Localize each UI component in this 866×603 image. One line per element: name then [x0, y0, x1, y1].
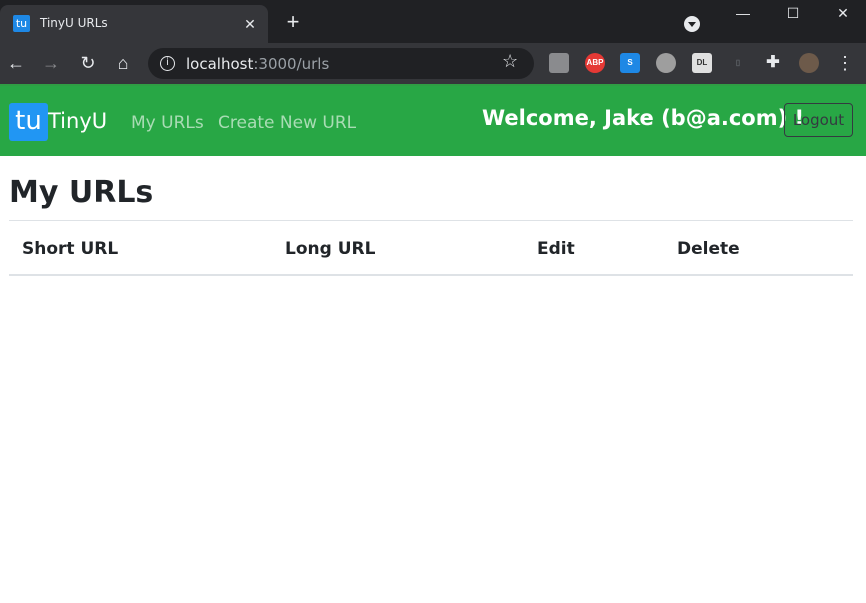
tab-favicon-icon: tu: [13, 15, 30, 32]
url-host: localhost: [186, 55, 254, 73]
nav-link-my-urls[interactable]: My URLs: [131, 113, 204, 133]
bookmark-star-icon[interactable]: ☆: [502, 51, 518, 72]
extension-s-icon[interactable]: S: [620, 53, 640, 73]
profile-avatar[interactable]: [799, 53, 819, 73]
browser-toolbar: ← → ↻ ⌂ i localhost:3000/urls ☆ ABP S DL…: [0, 43, 866, 84]
url-path: :3000/urls: [253, 55, 330, 73]
nav-link-create-new-url[interactable]: Create New URL: [218, 113, 356, 133]
column-header-delete: Delete: [677, 239, 740, 259]
mouse-icon[interactable]: ▯: [728, 53, 748, 73]
url-text[interactable]: localhost:3000/urls: [186, 55, 329, 73]
urls-table: Short URL Long URL Edit Delete: [9, 220, 853, 276]
close-window-button[interactable]: ✕: [820, 0, 866, 28]
zoom-dl-icon[interactable]: DL: [692, 53, 712, 73]
tab-search-icon[interactable]: [684, 16, 700, 32]
extensions-puzzle-icon[interactable]: ✚: [763, 53, 783, 73]
column-header-short-url: Short URL: [22, 239, 119, 259]
logout-button[interactable]: Logout: [784, 103, 853, 137]
new-tab-button[interactable]: +: [282, 11, 304, 34]
page-title: My URLs: [9, 175, 154, 210]
brand-name[interactable]: TinyU: [48, 109, 107, 133]
browser-tab[interactable]: tu TinyU URLs ✕: [0, 5, 268, 43]
adblock-icon[interactable]: ABP: [585, 53, 605, 73]
maximize-button[interactable]: ☐: [770, 0, 816, 28]
site-info-icon[interactable]: i: [160, 56, 175, 71]
home-icon[interactable]: ⌂: [111, 51, 135, 75]
tab-title: TinyU URLs: [40, 16, 108, 30]
extension-circle-icon[interactable]: [656, 53, 676, 73]
column-header-edit: Edit: [537, 239, 575, 259]
column-header-long-url: Long URL: [285, 239, 376, 259]
brand-logo[interactable]: tu: [9, 103, 48, 141]
welcome-message: Welcome, Jake (b@a.com) !: [482, 106, 805, 130]
extension-1-icon[interactable]: [549, 53, 569, 73]
address-bar[interactable]: i localhost:3000/urls ☆: [148, 48, 534, 79]
minimize-button[interactable]: —: [720, 0, 766, 28]
back-icon[interactable]: ←: [4, 51, 28, 75]
tab-close-icon[interactable]: ✕: [240, 14, 260, 34]
reload-icon[interactable]: ↻: [76, 51, 100, 75]
forward-icon[interactable]: →: [39, 51, 63, 75]
browser-menu-icon[interactable]: ⋮: [836, 52, 854, 74]
app-navbar: tu TinyU My URLs Create New URL Welcome,…: [0, 84, 866, 156]
browser-tab-bar: tu TinyU URLs ✕ + — ☐ ✕: [0, 0, 866, 43]
